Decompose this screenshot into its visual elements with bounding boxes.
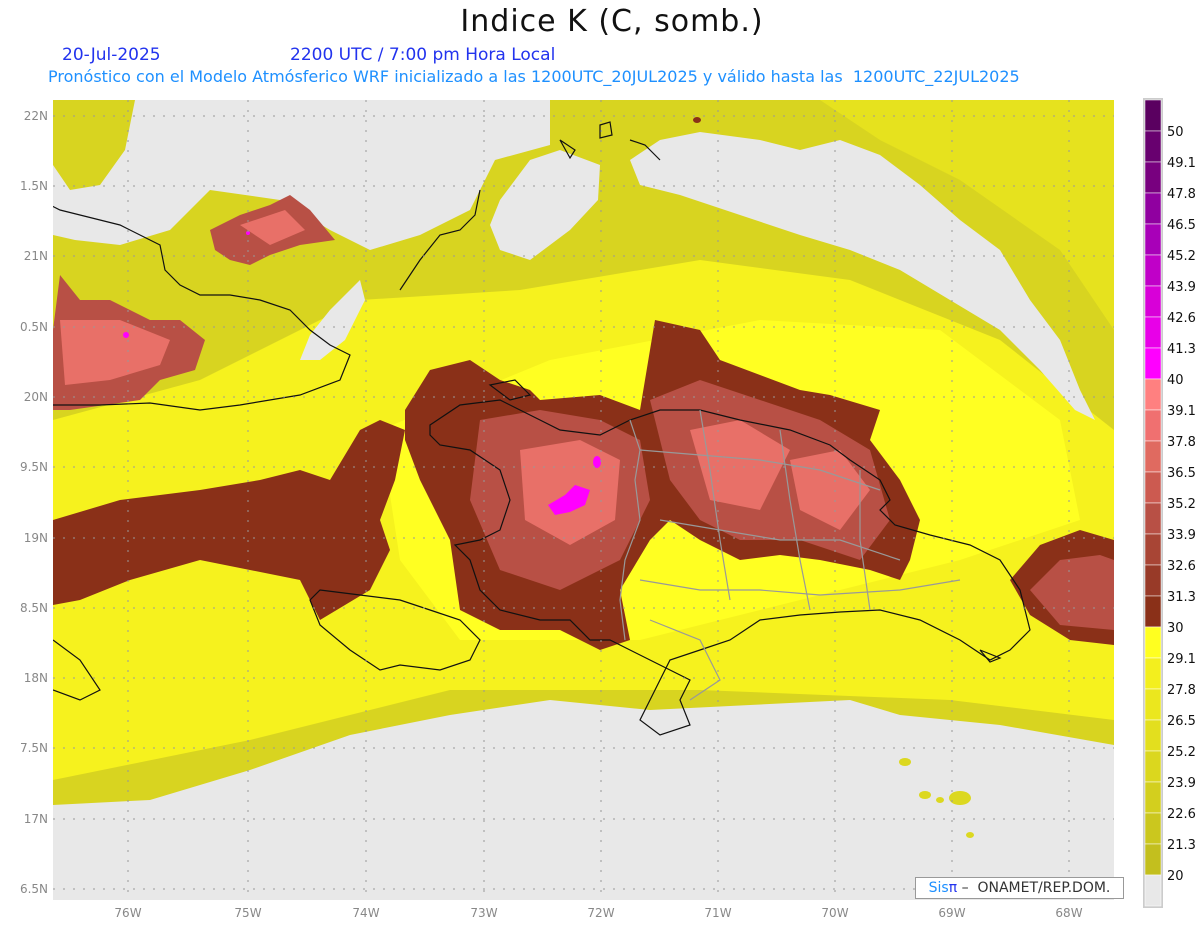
lat-label: 20N — [24, 390, 48, 404]
colorbar-swatch — [1144, 843, 1162, 876]
lat-label: 6.5N — [20, 882, 48, 896]
colorbar-swatch — [1144, 626, 1162, 659]
colorbar-label: 35.2 — [1167, 497, 1196, 512]
lat-label: 21N — [24, 249, 48, 263]
latitude-labels: 22N 1.5N 21N 0.5N 20N 9.5N 19N 8.5N 18N 7.5N 17N 6.… — [20, 109, 48, 896]
colorbar-swatch — [1144, 192, 1162, 225]
lat-label: 19N — [24, 531, 48, 545]
colorbar-swatch — [1144, 564, 1162, 597]
lat-label: 0.5N — [20, 320, 48, 334]
map-area — [53, 100, 1114, 900]
colorbar-label: 47.8 — [1167, 187, 1196, 202]
colorbar-swatch — [1144, 533, 1162, 566]
colorbar-swatch — [1144, 223, 1162, 256]
colorbar-label: 50 — [1167, 125, 1184, 140]
colorbar-swatch — [1144, 409, 1162, 442]
onamet-credit: Sisπ – ONAMET/REP.DOM. — [915, 877, 1124, 899]
colorbar-swatch — [1144, 316, 1162, 349]
colorbar-label: 27.8 — [1167, 683, 1196, 698]
colorbar-label: 22.6 — [1167, 807, 1196, 822]
lat-label: 17N — [24, 812, 48, 826]
colorbar-label: 26.5 — [1167, 714, 1196, 729]
map-canvas: 22N 1.5N 21N 0.5N 20N 9.5N 19N 8.5N 18N 7.5N 17N 6.… — [20, 98, 1196, 920]
lon-label: 75W — [234, 906, 261, 920]
lat-label: 1.5N — [20, 179, 48, 193]
forecast-date: 20-Jul-2025 — [62, 45, 161, 65]
colorbar-label: 49.1 — [1167, 156, 1196, 171]
lat-label: 7.5N — [20, 741, 48, 755]
colorbar-label: 31.3 — [1167, 590, 1196, 605]
lon-label: 73W — [470, 906, 497, 920]
map-title: Indice K (C, somb.) — [460, 4, 764, 39]
colorbar-label: 41.3 — [1167, 342, 1196, 357]
lon-label: 68W — [1055, 906, 1082, 920]
colorbar-swatch — [1144, 378, 1162, 411]
colorbar-label: 37.8 — [1167, 435, 1196, 450]
colorbar-swatch — [1144, 502, 1162, 535]
colorbar-label: 32.6 — [1167, 559, 1196, 574]
lon-label: 76W — [114, 906, 141, 920]
colorbar: 50 49.1 47.8 46.5 45.2 43.9 42.6 41.3 40 39.1 37.8… — [1143, 98, 1196, 908]
colorbar-label: 40 — [1167, 373, 1184, 388]
colorbar-label: 39.1 — [1167, 404, 1196, 419]
colorbar-label: 33.9 — [1167, 528, 1196, 543]
logo-text: – ONAMET/REP.DOM. — [957, 880, 1111, 896]
colorbar-label: 20 — [1167, 869, 1184, 884]
colorbar-label: 42.6 — [1167, 311, 1196, 326]
colorbar-swatch — [1144, 347, 1162, 380]
colorbar-label: 46.5 — [1167, 218, 1196, 233]
colorbar-swatch — [1144, 595, 1162, 628]
lon-label: 74W — [352, 906, 379, 920]
colorbar-swatch — [1144, 471, 1162, 504]
colorbar-label: 25.2 — [1167, 745, 1196, 760]
colorbar-swatch — [1144, 254, 1162, 287]
colorbar-swatch — [1144, 285, 1162, 318]
colorbar-label: 43.9 — [1167, 280, 1196, 295]
lat-label: 9.5N — [20, 460, 48, 474]
colorbar-label: 23.9 — [1167, 776, 1196, 791]
colorbar-label: 21.3 — [1167, 838, 1196, 853]
colorbar-swatch — [1144, 688, 1162, 721]
colorbar-swatch — [1144, 719, 1162, 752]
logo-pi: π — [948, 880, 958, 896]
lon-label: 72W — [587, 906, 614, 920]
colorbar-swatch — [1144, 874, 1162, 907]
colorbar-swatch — [1144, 161, 1162, 194]
colorbar-label: 29.1 — [1167, 652, 1196, 667]
forecast-subtitle: Pronóstico con el Modelo Atmósferico WRF… — [48, 67, 1020, 86]
colorbar-swatch — [1144, 130, 1162, 163]
forecast-time: 2200 UTC / 7:00 pm Hora Local — [290, 45, 556, 65]
lon-label: 71W — [704, 906, 731, 920]
logo-sis: Sis — [928, 880, 949, 896]
colorbar-label: 30 — [1167, 621, 1184, 636]
longitude-labels: 76W 75W 74W 73W 72W 71W 70W 69W 68W — [114, 906, 1082, 920]
colorbar-swatch — [1144, 657, 1162, 690]
colorbar-swatch — [1144, 812, 1162, 845]
colorbar-swatch — [1144, 99, 1162, 132]
colorbar-label: 45.2 — [1167, 249, 1196, 264]
map-figure: 22N 1.5N 21N 0.5N 20N 9.5N 19N 8.5N 18N 7.5N 17N 6.… — [0, 0, 1200, 927]
lat-label: 18N — [24, 671, 48, 685]
colorbar-swatch — [1144, 750, 1162, 783]
lon-label: 70W — [821, 906, 848, 920]
colorbar-swatch — [1144, 440, 1162, 473]
colorbar-label: 36.5 — [1167, 466, 1196, 481]
colorbar-swatch — [1144, 781, 1162, 814]
lon-label: 69W — [938, 906, 965, 920]
lat-label: 22N — [24, 109, 48, 123]
lat-label: 8.5N — [20, 601, 48, 615]
